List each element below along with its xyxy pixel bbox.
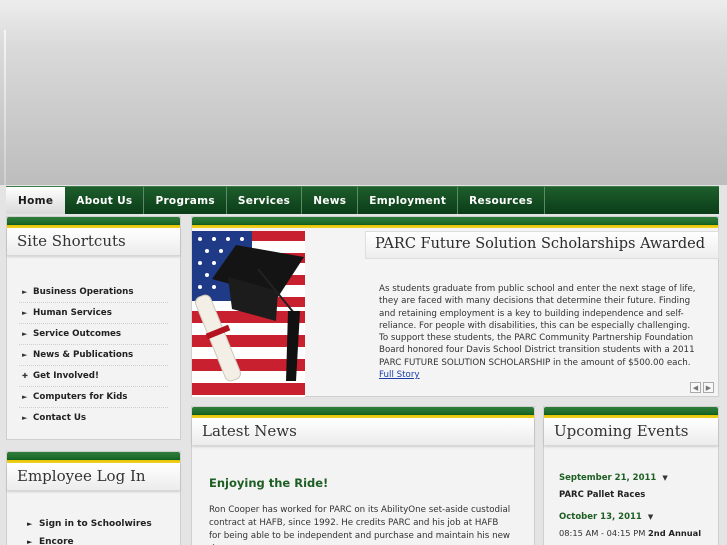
feature-story-panel: PARC Future Solution Scholarships Awarde… <box>191 216 719 397</box>
main-nav: Home About Us Programs Services News Emp… <box>6 186 719 214</box>
event-time: 08:15 AM - 04:15 PM 2nd Annual <box>559 528 702 538</box>
event-date[interactable]: September 21, 2011 ▼ <box>544 473 718 483</box>
shortcut-news-publications[interactable]: ► News & Publications <box>19 345 168 366</box>
event-title[interactable]: 2nd Annual <box>648 528 701 538</box>
upcoming-events-title: Upcoming Events <box>544 418 718 446</box>
page: Home About Us Programs Services News Emp… <box>0 0 727 545</box>
shortcut-computers-for-kids[interactable]: ► Computers for Kids <box>19 387 168 408</box>
latest-news-title: Latest News <box>192 418 534 446</box>
panel-stripe <box>544 407 718 418</box>
latest-news-panel: Latest News Enjoying the Ride! Ron Coope… <box>191 406 535 545</box>
arrow-icon: ► <box>22 351 28 359</box>
feature-pager: ◀ ▶ <box>690 382 714 393</box>
prev-icon[interactable]: ◀ <box>690 382 701 393</box>
banner-edge <box>4 30 6 185</box>
panel-stripe <box>192 407 534 418</box>
shortcut-service-outcomes[interactable]: ► Service Outcomes <box>19 324 168 345</box>
shortcut-get-involved[interactable]: ✚ Get Involved! <box>19 366 168 387</box>
next-icon[interactable]: ▶ <box>703 382 714 393</box>
panel-stripe <box>192 217 718 228</box>
news-body: Ron Cooper has worked for PARC on its Ab… <box>209 505 511 545</box>
login-list: ► Sign in to Schoolwires ► Encore <box>7 491 180 545</box>
shortcut-business-operations[interactable]: ► Business Operations <box>19 282 168 303</box>
events-list: September 21, 2011 ▼ PARC Pallet Races Oc… <box>544 446 718 538</box>
plus-icon: ✚ <box>22 372 28 380</box>
arrow-icon: ► <box>27 520 33 528</box>
login-schoolwires[interactable]: ► Sign in to Schoolwires <box>25 515 166 533</box>
upcoming-events-panel: Upcoming Events September 21, 2011 ▼ PARC… <box>543 406 719 545</box>
nav-home[interactable]: Home <box>6 187 66 214</box>
feature-title[interactable]: PARC Future Solution Scholarships Awarde… <box>365 231 719 259</box>
header-banner <box>0 0 727 185</box>
arrow-icon: ► <box>22 288 28 296</box>
news-headline[interactable]: Enjoying the Ride! <box>192 446 534 490</box>
arrow-icon: ► <box>22 309 28 317</box>
employee-login-panel: Employee Log In ► Sign in to Schoolwires … <box>6 451 181 545</box>
event-title[interactable]: PARC Pallet Races <box>544 483 718 500</box>
shortcut-human-services[interactable]: ► Human Services <box>19 303 168 324</box>
site-shortcuts-title: Site Shortcuts <box>7 228 180 256</box>
nav-about-us[interactable]: About Us <box>65 187 145 214</box>
site-shortcuts-panel: Site Shortcuts ► Business Operations ► Hum… <box>6 216 181 440</box>
arrow-icon: ► <box>27 538 33 545</box>
nav-resources[interactable]: Resources <box>458 187 545 214</box>
nav-programs[interactable]: Programs <box>144 187 227 214</box>
chevron-down-icon[interactable]: ▼ <box>662 474 667 482</box>
nav-services[interactable]: Services <box>227 187 303 214</box>
arrow-icon: ► <box>22 393 28 401</box>
feature-body: As students graduate from public school … <box>379 284 696 381</box>
full-story-link[interactable]: Full Story <box>379 370 420 380</box>
graduation-cap-photo <box>192 231 305 397</box>
arrow-icon: ► <box>22 330 28 338</box>
chevron-down-icon[interactable]: ▼ <box>648 513 653 521</box>
panel-stripe <box>7 217 180 228</box>
nav-employment[interactable]: Employment <box>358 187 459 214</box>
arrow-icon: ► <box>22 414 28 422</box>
nav-news[interactable]: News <box>302 187 359 214</box>
login-encore[interactable]: ► Encore <box>25 533 166 545</box>
panel-stripe <box>7 452 180 463</box>
shortcut-contact-us[interactable]: ► Contact Us <box>19 408 168 428</box>
shortcuts-list: ► Business Operations ► Human Services ► Se… <box>7 256 180 428</box>
graduation-cap-flag-image <box>192 231 305 397</box>
event-date[interactable]: October 13, 2011 ▼ <box>544 500 718 522</box>
employee-login-title: Employee Log In <box>7 463 180 491</box>
